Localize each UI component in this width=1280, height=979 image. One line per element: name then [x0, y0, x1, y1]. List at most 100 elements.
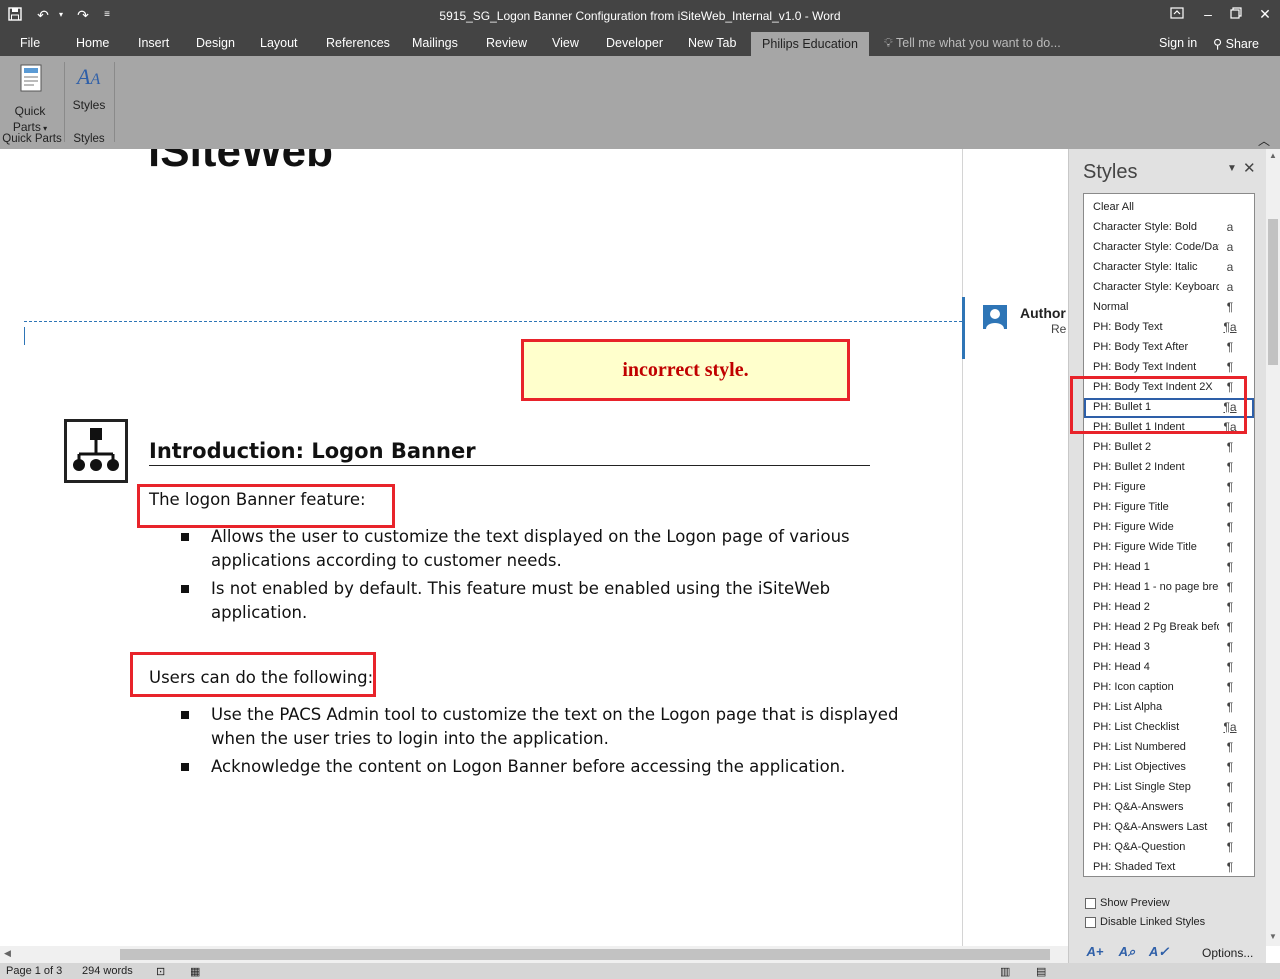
- tab-home[interactable]: Home: [76, 36, 109, 50]
- styles-ribbon-button[interactable]: AA Styles: [70, 62, 108, 118]
- tab-view[interactable]: View: [552, 36, 579, 50]
- print-layout-icon[interactable]: ▤: [1036, 965, 1046, 978]
- tell-me-search[interactable]: 💡︎ Tell me what you want to do...: [884, 36, 1061, 51]
- minimize-icon[interactable]: ‒: [1197, 4, 1219, 24]
- style-name: Character Style: Keyboard: [1093, 281, 1219, 293]
- style-item[interactable]: PH: List Single Step ¶: [1084, 778, 1254, 798]
- style-item[interactable]: PH: Q&A-Question ¶: [1084, 838, 1254, 858]
- style-item[interactable]: Clear All: [1084, 198, 1254, 218]
- disable-linked-checkbox[interactable]: [1085, 917, 1096, 928]
- style-item[interactable]: PH: Head 1 ¶: [1084, 558, 1254, 578]
- style-item[interactable]: Character Style: Keyboard a: [1084, 278, 1254, 298]
- page-count[interactable]: Page 1 of 3: [6, 965, 62, 977]
- tab-layout[interactable]: Layout: [260, 36, 298, 50]
- tab-developer[interactable]: Developer: [606, 36, 663, 50]
- options-link[interactable]: Options...: [1202, 946, 1253, 960]
- pane-options-dropdown-icon[interactable]: ▼: [1227, 163, 1237, 174]
- document-area[interactable]: iSiteWeb Author Re incorrect style. Intr…: [0, 149, 1068, 946]
- style-type-icon: ¶: [1226, 740, 1234, 754]
- macro-recording-icon[interactable]: ▦: [190, 965, 200, 978]
- style-name: PH: Bullet 2: [1093, 441, 1152, 453]
- style-item[interactable]: PH: Body Text Indent ¶: [1084, 358, 1254, 378]
- comment-author[interactable]: Author: [1020, 305, 1066, 321]
- style-type-icon: ¶: [1226, 700, 1234, 714]
- tab-new-tab[interactable]: New Tab: [688, 36, 736, 50]
- tab-philips-education[interactable]: Philips Education: [751, 32, 869, 56]
- style-item[interactable]: PH: Q&A-Answers Last ¶: [1084, 818, 1254, 838]
- style-item[interactable]: Character Style: Italic a: [1084, 258, 1254, 278]
- style-type-icon: ¶: [1226, 300, 1234, 314]
- style-item[interactable]: PH: List Objectives ¶: [1084, 758, 1254, 778]
- tab-review[interactable]: Review: [486, 36, 527, 50]
- style-item[interactable]: PH: Bullet 2 ¶: [1084, 438, 1254, 458]
- close-icon[interactable]: ✕: [1254, 4, 1276, 24]
- style-item[interactable]: PH: Head 4 ¶: [1084, 658, 1254, 678]
- pane-close-icon[interactable]: ✕: [1243, 159, 1256, 177]
- style-item[interactable]: PH: Figure Title ¶: [1084, 498, 1254, 518]
- style-type-icon: ¶: [1226, 640, 1234, 654]
- style-item[interactable]: Character Style: Bold a: [1084, 218, 1254, 238]
- style-name: Character Style: Bold: [1093, 221, 1197, 233]
- style-item[interactable]: PH: Bullet 2 Indent ¶: [1084, 458, 1254, 478]
- share-button[interactable]: ⚲ Share: [1213, 36, 1259, 51]
- quick-parts-button[interactable]: Quick Parts ▾: [8, 62, 52, 134]
- style-type-icon: ¶: [1226, 780, 1234, 794]
- style-type-icon: ¶a: [1223, 720, 1237, 734]
- bullet-marker: [181, 533, 189, 541]
- word-count[interactable]: 294 words: [82, 965, 133, 977]
- style-item[interactable]: Normal ¶: [1084, 298, 1254, 318]
- style-item[interactable]: PH: Shaded Text ¶: [1084, 858, 1254, 876]
- styles-list[interactable]: Clear All Character Style: Bold a Character…: [1083, 193, 1255, 877]
- style-name: PH: Head 1: [1093, 561, 1150, 573]
- new-style-icon[interactable]: A+: [1083, 941, 1107, 963]
- ribbon-separator: [64, 62, 65, 142]
- style-type-icon: a: [1226, 240, 1234, 254]
- horizontal-scroll-thumb[interactable]: [120, 949, 1050, 960]
- style-item[interactable]: PH: Icon caption ¶: [1084, 678, 1254, 698]
- show-preview-checkbox[interactable]: [1085, 898, 1096, 909]
- scroll-up-icon[interactable]: ▲: [1269, 151, 1277, 160]
- scroll-left-icon[interactable]: ◀: [4, 948, 11, 959]
- style-item[interactable]: PH: Body Text ¶a: [1084, 318, 1254, 338]
- manage-styles-icon[interactable]: A✓: [1147, 941, 1171, 963]
- tab-file[interactable]: File: [20, 36, 40, 50]
- tab-design[interactable]: Design: [196, 36, 235, 50]
- style-name: PH: Figure Title: [1093, 501, 1169, 513]
- vertical-scroll-thumb[interactable]: [1268, 219, 1278, 365]
- style-item[interactable]: Character Style: Code/Data a: [1084, 238, 1254, 258]
- ribbon-display-icon[interactable]: [1166, 4, 1188, 24]
- restore-icon[interactable]: [1225, 4, 1247, 24]
- horizontal-scrollbar[interactable]: ◀: [0, 946, 1068, 963]
- style-type-icon: a: [1226, 280, 1234, 294]
- style-item[interactable]: PH: Q&A-Answers ¶: [1084, 798, 1254, 818]
- sign-in-link[interactable]: Sign in: [1159, 36, 1197, 50]
- style-item[interactable]: PH: Head 3 ¶: [1084, 638, 1254, 658]
- proofing-icon[interactable]: ⊡: [156, 965, 165, 978]
- style-inspector-icon[interactable]: A⌕: [1115, 941, 1139, 963]
- tab-mailings[interactable]: Mailings: [412, 36, 458, 50]
- tab-references[interactable]: References: [326, 36, 390, 50]
- disable-linked-label: Disable Linked Styles: [1100, 916, 1206, 928]
- bullet-text: Acknowledge the content on Logon Banner …: [211, 757, 846, 776]
- quick-parts-icon: [20, 64, 42, 97]
- style-item[interactable]: PH: List Checklist ¶a: [1084, 718, 1254, 738]
- style-item[interactable]: PH: Figure ¶: [1084, 478, 1254, 498]
- style-item[interactable]: PH: Head 1 - no page break ¶: [1084, 578, 1254, 598]
- style-item[interactable]: PH: Figure Wide Title ¶: [1084, 538, 1254, 558]
- style-name: PH: Shaded Text: [1093, 861, 1176, 873]
- scroll-down-icon[interactable]: ▼: [1269, 932, 1277, 941]
- style-item[interactable]: PH: List Numbered ¶: [1084, 738, 1254, 758]
- style-item[interactable]: PH: List Alpha ¶: [1084, 698, 1254, 718]
- collapse-ribbon-icon[interactable]: ︿: [1258, 132, 1270, 149]
- read-mode-icon[interactable]: ▥: [1000, 965, 1010, 978]
- style-type-icon: ¶: [1226, 760, 1234, 774]
- tab-insert[interactable]: Insert: [138, 36, 169, 50]
- bullet-text: application.: [211, 603, 308, 622]
- style-item[interactable]: PH: Figure Wide ¶: [1084, 518, 1254, 538]
- style-item[interactable]: PH: Body Text After ¶: [1084, 338, 1254, 358]
- style-item[interactable]: PH: Head 2 ¶: [1084, 598, 1254, 618]
- vertical-scrollbar[interactable]: ▲ ▼: [1266, 149, 1280, 946]
- style-item[interactable]: PH: Head 2 Pg Break before ¶: [1084, 618, 1254, 638]
- lightbulb-icon: 💡︎: [884, 36, 893, 50]
- style-type-icon: ¶: [1226, 340, 1234, 354]
